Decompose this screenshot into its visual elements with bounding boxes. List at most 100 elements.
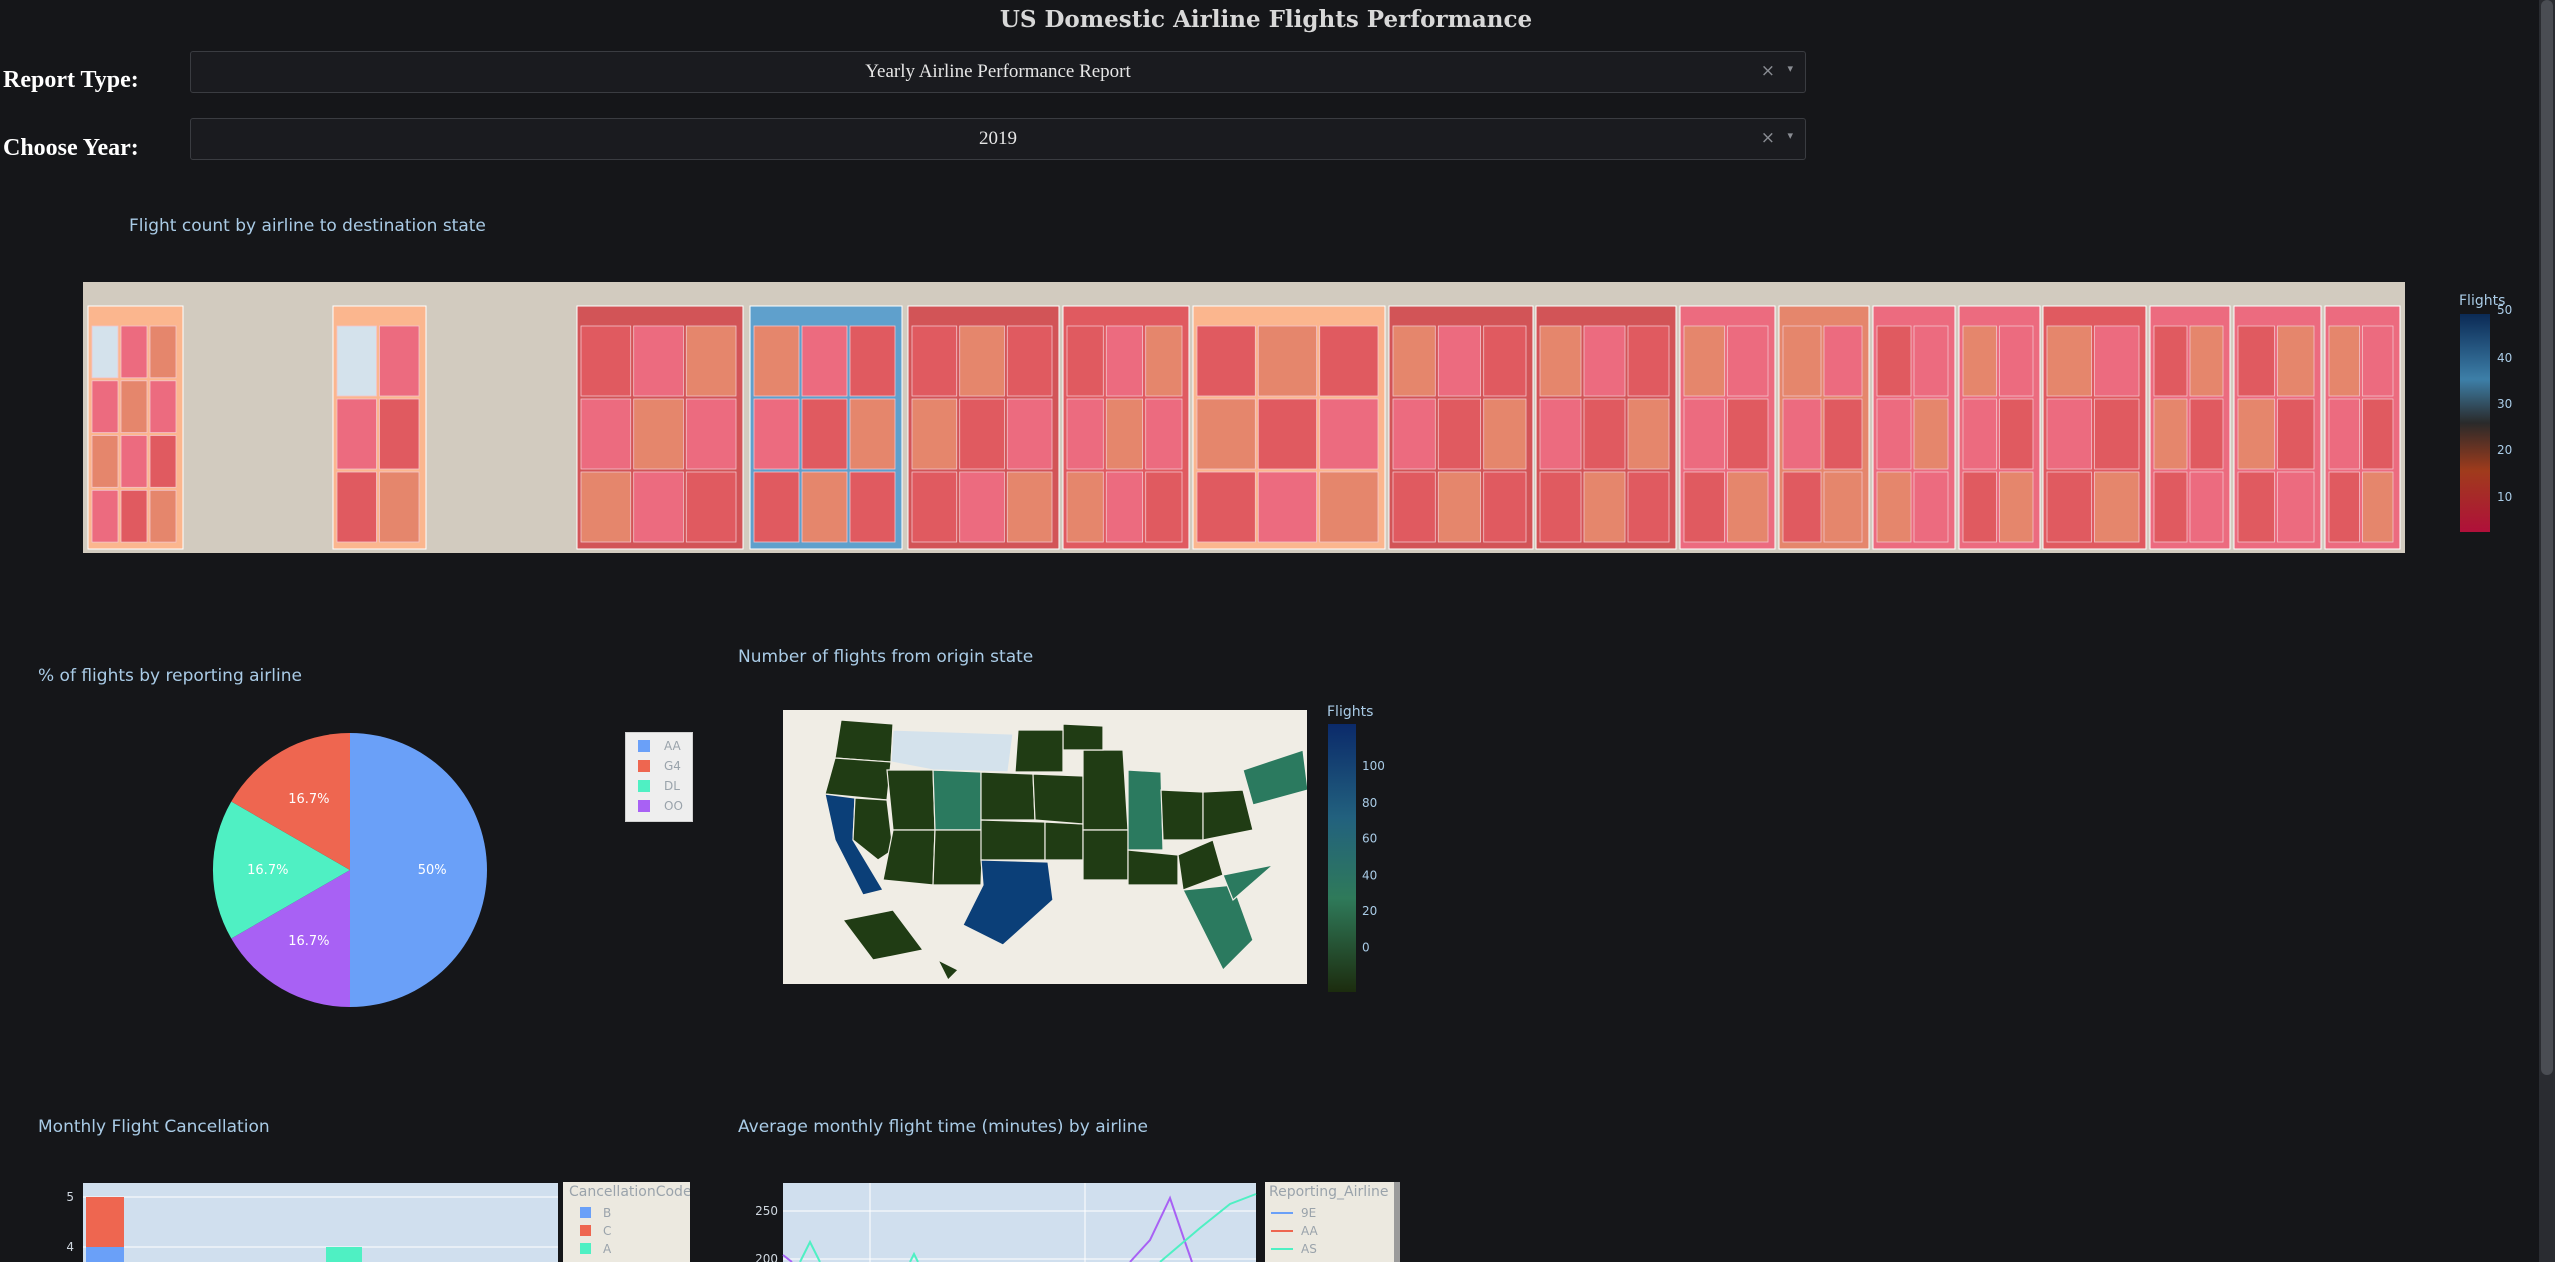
treemap-tile[interactable] xyxy=(1782,325,1822,397)
treemap-tile[interactable] xyxy=(120,435,148,488)
treemap-tile[interactable] xyxy=(2362,471,2394,543)
treemap-tile[interactable] xyxy=(1876,398,1912,470)
treemap-tile[interactable] xyxy=(1066,471,1104,543)
treemap-tile[interactable] xyxy=(1782,471,1822,543)
map-state[interactable] xyxy=(1044,821,1084,861)
treemap-tile[interactable] xyxy=(2046,398,2092,470)
treemap-tile[interactable] xyxy=(633,471,684,543)
map-state[interactable] xyxy=(932,769,982,831)
legend-item-b[interactable]: B xyxy=(580,1206,611,1220)
treemap-tile[interactable] xyxy=(1066,398,1104,470)
treemap-tile[interactable] xyxy=(1913,325,1949,397)
treemap-tile[interactable] xyxy=(1782,398,1822,470)
treemap-tile[interactable] xyxy=(2046,471,2092,543)
treemap-tile[interactable] xyxy=(1999,398,2034,470)
treemap-tile[interactable] xyxy=(911,398,958,470)
treemap-tile[interactable] xyxy=(580,471,632,543)
treemap-tile[interactable] xyxy=(1105,471,1144,543)
treemap-tile[interactable] xyxy=(959,325,1005,397)
map-state[interactable] xyxy=(1160,789,1204,841)
treemap-tile[interactable] xyxy=(1962,325,1997,397)
treemap-tile[interactable] xyxy=(753,325,800,397)
treemap-tile[interactable] xyxy=(2189,471,2224,543)
treemap-tile[interactable] xyxy=(1145,398,1183,470)
treemap-tile[interactable] xyxy=(849,471,896,543)
treemap-tile[interactable] xyxy=(1196,325,1256,397)
map-state[interactable] xyxy=(890,729,1014,773)
map-state[interactable] xyxy=(980,771,1036,821)
treemap-tile[interactable] xyxy=(1913,398,1949,470)
treemap-tile[interactable] xyxy=(1145,471,1183,543)
treemap-tile[interactable] xyxy=(336,325,377,397)
map-state[interactable] xyxy=(1032,773,1084,825)
treemap-tile[interactable] xyxy=(91,380,119,433)
treemap-tile[interactable] xyxy=(2277,398,2315,470)
airtime-legend[interactable]: Reporting_Airline 9E AA AS xyxy=(1265,1182,1400,1262)
legend-item-aa[interactable]: AA xyxy=(1271,1224,1318,1238)
treemap-tile[interactable] xyxy=(91,435,119,488)
treemap-tile[interactable] xyxy=(1876,471,1912,543)
legend-item-dl[interactable]: DL xyxy=(638,779,680,793)
treemap-tile[interactable] xyxy=(2153,325,2188,397)
map-state[interactable] xyxy=(1127,849,1179,886)
treemap-tile[interactable] xyxy=(685,325,737,397)
legend-item-9e[interactable]: 9E xyxy=(1271,1206,1316,1220)
treemap-tile[interactable] xyxy=(149,435,177,488)
treemap-tile[interactable] xyxy=(149,325,177,379)
treemap-tile[interactable] xyxy=(1683,471,1725,543)
treemap-tile[interactable] xyxy=(1627,325,1670,397)
map-state[interactable] xyxy=(1014,729,1064,773)
treemap-tile[interactable] xyxy=(2328,471,2360,543)
map-state[interactable] xyxy=(886,769,936,831)
treemap-tile[interactable] xyxy=(1257,398,1318,470)
treemap-tile[interactable] xyxy=(753,471,800,543)
map-state[interactable] xyxy=(932,829,984,886)
treemap-tile[interactable] xyxy=(685,398,737,470)
treemap-tile[interactable] xyxy=(1392,398,1436,470)
cancel-legend[interactable]: CancellationCode B C A xyxy=(563,1182,690,1262)
treemap-tile[interactable] xyxy=(1319,325,1379,397)
map-state[interactable] xyxy=(1082,749,1129,831)
treemap-tile[interactable] xyxy=(1583,471,1626,543)
treemap-tile[interactable] xyxy=(1999,325,2034,397)
treemap-tile[interactable] xyxy=(1727,471,1769,543)
map-state[interactable] xyxy=(1127,769,1164,851)
treemap-tile[interactable] xyxy=(580,398,632,470)
treemap-tile[interactable] xyxy=(1105,325,1144,397)
treemap-tile[interactable] xyxy=(120,489,148,543)
treemap-tile[interactable] xyxy=(1539,398,1582,470)
treemap-tile[interactable] xyxy=(1483,471,1527,543)
legend-item-a[interactable]: A xyxy=(580,1242,611,1256)
treemap-tile[interactable] xyxy=(91,489,119,543)
map-state[interactable] xyxy=(834,719,894,763)
treemap-tile[interactable] xyxy=(801,471,848,543)
treemap-tile[interactable] xyxy=(1006,398,1053,470)
treemap-tile[interactable] xyxy=(2094,325,2140,397)
treemap-tile[interactable] xyxy=(2153,398,2188,470)
treemap-tile[interactable] xyxy=(149,489,177,543)
map-state[interactable] xyxy=(980,819,1046,861)
treemap-tile[interactable] xyxy=(2237,471,2275,543)
treemap-tile[interactable] xyxy=(379,398,420,470)
treemap-tile[interactable] xyxy=(1006,471,1053,543)
scrollbar-thumb[interactable] xyxy=(2541,0,2553,1075)
treemap-tile[interactable] xyxy=(2046,325,2092,397)
treemap-tile[interactable] xyxy=(120,380,148,433)
treemap-tile[interactable] xyxy=(379,471,420,543)
treemap-tile[interactable] xyxy=(379,325,420,397)
treemap-tile[interactable] xyxy=(1962,471,1997,543)
treemap-tile[interactable] xyxy=(1319,471,1379,543)
treemap-tile[interactable] xyxy=(959,398,1005,470)
treemap-tile[interactable] xyxy=(2189,398,2224,470)
treemap-tile[interactable] xyxy=(2362,325,2394,397)
treemap-tile[interactable] xyxy=(911,471,958,543)
treemap-tile[interactable] xyxy=(1727,325,1769,397)
treemap-tile[interactable] xyxy=(753,398,800,470)
treemap-tile[interactable] xyxy=(1913,471,1949,543)
treemap-tile[interactable] xyxy=(1683,398,1725,470)
treemap-tile[interactable] xyxy=(1319,398,1379,470)
treemap-tile[interactable] xyxy=(849,325,896,397)
treemap-tile[interactable] xyxy=(1066,325,1104,397)
treemap-tile[interactable] xyxy=(1483,325,1527,397)
treemap-tile[interactable] xyxy=(1483,398,1527,470)
